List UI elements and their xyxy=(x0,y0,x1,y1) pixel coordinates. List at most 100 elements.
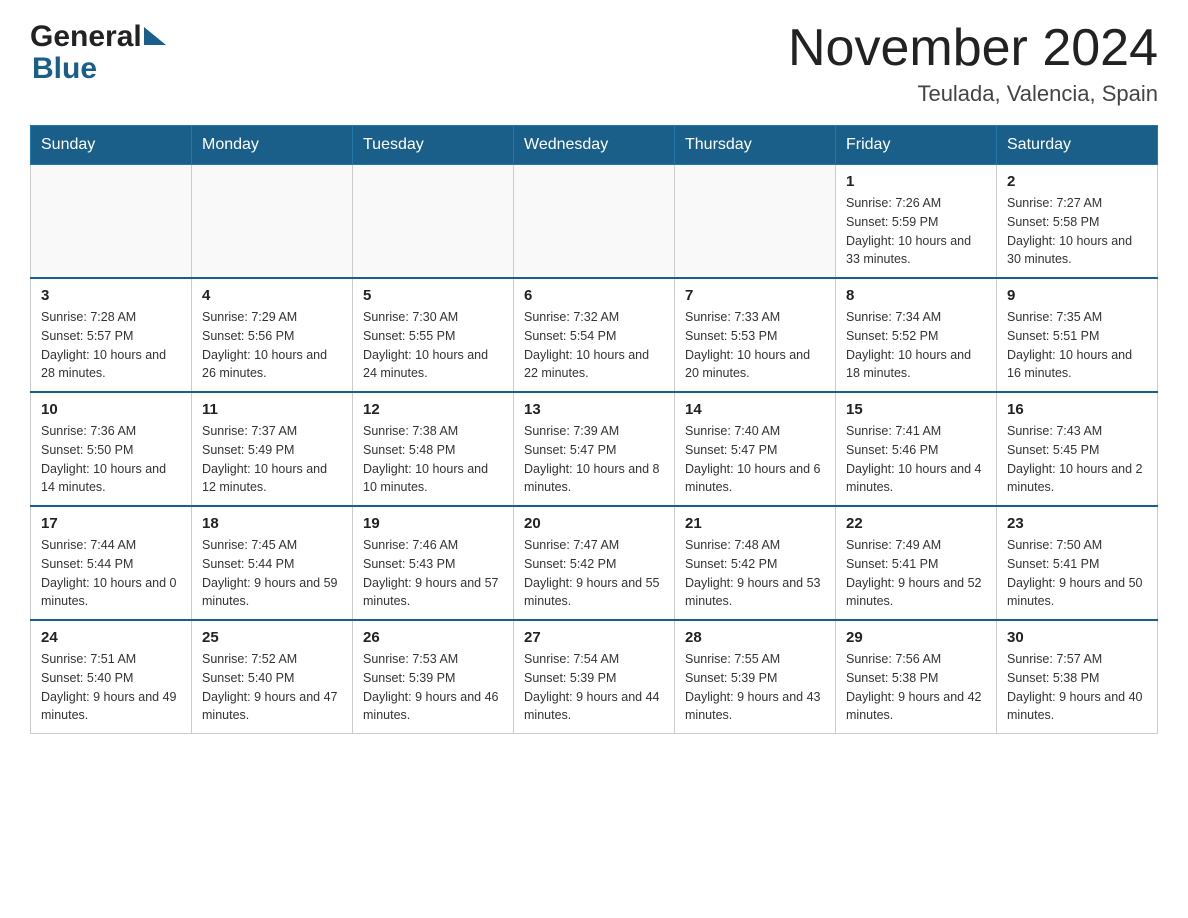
day-info: Sunrise: 7:28 AM Sunset: 5:57 PM Dayligh… xyxy=(41,308,181,383)
calendar-day-cell: 5Sunrise: 7:30 AM Sunset: 5:55 PM Daylig… xyxy=(353,278,514,392)
weekday-header-sunday: Sunday xyxy=(31,126,192,165)
day-info: Sunrise: 7:50 AM Sunset: 5:41 PM Dayligh… xyxy=(1007,536,1147,611)
calendar-day-cell: 28 Sunrise: 7:55 AM Sunset: 5:39 PM Dayli… xyxy=(675,620,836,734)
day-number: 29 xyxy=(846,629,986,646)
calendar-week-row: 3 Sunrise: 7:28 AM Sunset: 5:57 PM Daylig… xyxy=(31,278,1158,392)
day-number: 15 xyxy=(846,401,986,418)
calendar-day-cell: 18 Sunrise: 7:45 AM Sunset: 5:44 PM Dayli… xyxy=(192,506,353,620)
day-number: 17 xyxy=(41,515,181,532)
day-info: Sunrise: 7:43 AM Sunset: 5:45 PM Dayligh… xyxy=(1007,422,1147,497)
calendar-day-cell xyxy=(675,165,836,279)
calendar-day-cell: 23 Sunrise: 7:50 AM Sunset: 5:41 PM Dayli… xyxy=(997,506,1158,620)
logo-general: General xyxy=(30,20,142,54)
day-info: Sunrise: 7:33 AM Sunset: 5:53 PM Dayligh… xyxy=(685,308,825,383)
day-info: Sunrise: 7:29 AM Sunset: 5:56 PM Dayligh… xyxy=(202,308,342,383)
calendar-day-cell: 2 Sunrise: 7:27 AM Sunset: 5:58 PM Daylig… xyxy=(997,165,1158,279)
calendar-week-row: 17Sunrise: 7:44 AM Sunset: 5:44 PM Dayli… xyxy=(31,506,1158,620)
calendar-day-cell: 21 Sunrise: 7:48 AM Sunset: 5:42 PM Dayli… xyxy=(675,506,836,620)
day-number: 23 xyxy=(1007,515,1147,532)
day-number: 1 xyxy=(846,173,986,190)
calendar-day-cell: 1 Sunrise: 7:26 AM Sunset: 5:59 PM Daylig… xyxy=(836,165,997,279)
calendar-day-cell: 14 Sunrise: 7:40 AM Sunset: 5:47 PM Dayli… xyxy=(675,392,836,506)
day-info: Sunrise: 7:56 AM Sunset: 5:38 PM Dayligh… xyxy=(846,650,986,725)
day-number: 13 xyxy=(524,401,664,418)
calendar-day-cell: 16Sunrise: 7:43 AM Sunset: 5:45 PM Dayli… xyxy=(997,392,1158,506)
day-number: 21 xyxy=(685,515,825,532)
day-number: 14 xyxy=(685,401,825,418)
day-number: 18 xyxy=(202,515,342,532)
calendar-day-cell: 7Sunrise: 7:33 AM Sunset: 5:53 PM Daylig… xyxy=(675,278,836,392)
day-number: 3 xyxy=(41,287,181,304)
day-number: 26 xyxy=(363,629,503,646)
day-info: Sunrise: 7:53 AM Sunset: 5:39 PM Dayligh… xyxy=(363,650,503,725)
day-number: 12 xyxy=(363,401,503,418)
day-info: Sunrise: 7:40 AM Sunset: 5:47 PM Dayligh… xyxy=(685,422,825,497)
logo-blue: Blue xyxy=(32,52,97,85)
day-info: Sunrise: 7:52 AM Sunset: 5:40 PM Dayligh… xyxy=(202,650,342,725)
day-info: Sunrise: 7:30 AM Sunset: 5:55 PM Dayligh… xyxy=(363,308,503,383)
day-info: Sunrise: 7:37 AM Sunset: 5:49 PM Dayligh… xyxy=(202,422,342,497)
weekday-header-monday: Monday xyxy=(192,126,353,165)
calendar-day-cell: 27 Sunrise: 7:54 AM Sunset: 5:39 PM Dayli… xyxy=(514,620,675,734)
day-number: 28 xyxy=(685,629,825,646)
location: Teulada, Valencia, Spain xyxy=(788,81,1158,107)
day-number: 4 xyxy=(202,287,342,304)
day-info: Sunrise: 7:35 AM Sunset: 5:51 PM Dayligh… xyxy=(1007,308,1147,383)
day-number: 11 xyxy=(202,401,342,418)
day-info: Sunrise: 7:39 AM Sunset: 5:47 PM Dayligh… xyxy=(524,422,664,497)
calendar-day-cell: 30Sunrise: 7:57 AM Sunset: 5:38 PM Dayli… xyxy=(997,620,1158,734)
day-info: Sunrise: 7:54 AM Sunset: 5:39 PM Dayligh… xyxy=(524,650,664,725)
day-info: Sunrise: 7:45 AM Sunset: 5:44 PM Dayligh… xyxy=(202,536,342,611)
day-info: Sunrise: 7:32 AM Sunset: 5:54 PM Dayligh… xyxy=(524,308,664,383)
weekday-header-tuesday: Tuesday xyxy=(353,126,514,165)
day-info: Sunrise: 7:47 AM Sunset: 5:42 PM Dayligh… xyxy=(524,536,664,611)
calendar-day-cell: 19 Sunrise: 7:46 AM Sunset: 5:43 PM Dayli… xyxy=(353,506,514,620)
day-info: Sunrise: 7:34 AM Sunset: 5:52 PM Dayligh… xyxy=(846,308,986,383)
weekday-header-saturday: Saturday xyxy=(997,126,1158,165)
calendar-day-cell: 22Sunrise: 7:49 AM Sunset: 5:41 PM Dayli… xyxy=(836,506,997,620)
calendar-day-cell: 29 Sunrise: 7:56 AM Sunset: 5:38 PM Dayli… xyxy=(836,620,997,734)
day-number: 10 xyxy=(41,401,181,418)
weekday-header-thursday: Thursday xyxy=(675,126,836,165)
calendar-day-cell: 12 Sunrise: 7:38 AM Sunset: 5:48 PM Dayli… xyxy=(353,392,514,506)
calendar-week-row: 24 Sunrise: 7:51 AM Sunset: 5:40 PM Dayli… xyxy=(31,620,1158,734)
day-info: Sunrise: 7:55 AM Sunset: 5:39 PM Dayligh… xyxy=(685,650,825,725)
logo-arrow-icon xyxy=(144,27,166,45)
day-info: Sunrise: 7:46 AM Sunset: 5:43 PM Dayligh… xyxy=(363,536,503,611)
calendar-day-cell: 11 Sunrise: 7:37 AM Sunset: 5:49 PM Dayli… xyxy=(192,392,353,506)
day-number: 20 xyxy=(524,515,664,532)
day-info: Sunrise: 7:36 AM Sunset: 5:50 PM Dayligh… xyxy=(41,422,181,497)
day-info: Sunrise: 7:48 AM Sunset: 5:42 PM Dayligh… xyxy=(685,536,825,611)
calendar-week-row: 1 Sunrise: 7:26 AM Sunset: 5:59 PM Daylig… xyxy=(31,165,1158,279)
calendar: SundayMondayTuesdayWednesdayThursdayFrid… xyxy=(30,125,1158,734)
day-number: 19 xyxy=(363,515,503,532)
day-number: 6 xyxy=(524,287,664,304)
day-number: 25 xyxy=(202,629,342,646)
calendar-day-cell: 15 Sunrise: 7:41 AM Sunset: 5:46 PM Dayli… xyxy=(836,392,997,506)
calendar-day-cell: 20 Sunrise: 7:47 AM Sunset: 5:42 PM Dayli… xyxy=(514,506,675,620)
day-info: Sunrise: 7:38 AM Sunset: 5:48 PM Dayligh… xyxy=(363,422,503,497)
day-info: Sunrise: 7:26 AM Sunset: 5:59 PM Dayligh… xyxy=(846,194,986,269)
logo: General Blue xyxy=(30,20,166,86)
calendar-day-cell xyxy=(514,165,675,279)
calendar-day-cell: 6 Sunrise: 7:32 AM Sunset: 5:54 PM Daylig… xyxy=(514,278,675,392)
day-number: 9 xyxy=(1007,287,1147,304)
day-info: Sunrise: 7:57 AM Sunset: 5:38 PM Dayligh… xyxy=(1007,650,1147,725)
calendar-week-row: 10 Sunrise: 7:36 AM Sunset: 5:50 PM Dayli… xyxy=(31,392,1158,506)
calendar-day-cell: 4 Sunrise: 7:29 AM Sunset: 5:56 PM Daylig… xyxy=(192,278,353,392)
day-info: Sunrise: 7:27 AM Sunset: 5:58 PM Dayligh… xyxy=(1007,194,1147,269)
day-info: Sunrise: 7:49 AM Sunset: 5:41 PM Dayligh… xyxy=(846,536,986,611)
day-number: 27 xyxy=(524,629,664,646)
calendar-day-cell: 10 Sunrise: 7:36 AM Sunset: 5:50 PM Dayli… xyxy=(31,392,192,506)
day-number: 2 xyxy=(1007,173,1147,190)
calendar-day-cell xyxy=(353,165,514,279)
header: General Blue November 2024 Teulada, Vale… xyxy=(30,20,1158,107)
calendar-day-cell: 17Sunrise: 7:44 AM Sunset: 5:44 PM Dayli… xyxy=(31,506,192,620)
title-area: November 2024 Teulada, Valencia, Spain xyxy=(788,20,1158,107)
calendar-day-cell: 26 Sunrise: 7:53 AM Sunset: 5:39 PM Dayli… xyxy=(353,620,514,734)
month-title: November 2024 xyxy=(788,20,1158,77)
day-info: Sunrise: 7:51 AM Sunset: 5:40 PM Dayligh… xyxy=(41,650,181,725)
day-info: Sunrise: 7:41 AM Sunset: 5:46 PM Dayligh… xyxy=(846,422,986,497)
day-number: 24 xyxy=(41,629,181,646)
calendar-day-cell: 25 Sunrise: 7:52 AM Sunset: 5:40 PM Dayli… xyxy=(192,620,353,734)
